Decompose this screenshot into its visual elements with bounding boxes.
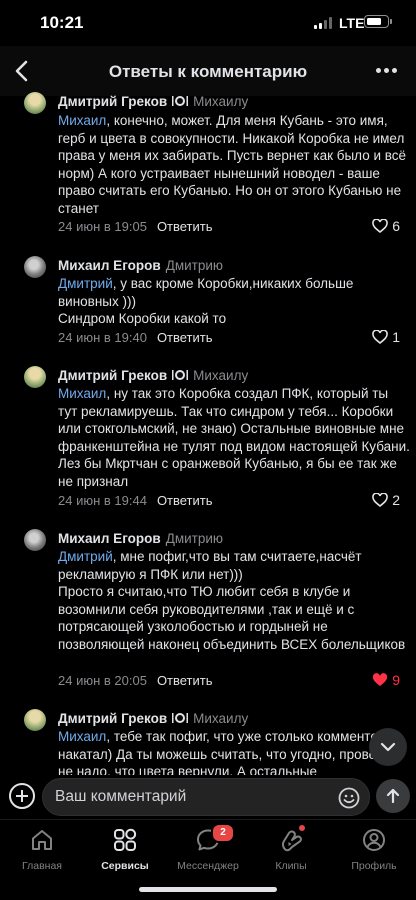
comment-text: Дмитрий, у вас кроме Коробки,никаких бол… — [58, 275, 410, 328]
profile-icon — [360, 826, 388, 854]
clips-dot — [299, 825, 305, 831]
heart-icon — [373, 673, 388, 686]
comment-text: Михаил, тебе так пофиг, что уже столько … — [58, 728, 410, 778]
tab-messenger[interactable]: 2 Мессенджер — [166, 823, 250, 872]
comment-time: 24 июн в 19:05 — [58, 219, 147, 234]
author-name[interactable]: Дмитрий Греков — [58, 368, 167, 383]
comment-input[interactable] — [55, 788, 335, 806]
mention-link[interactable]: Дмитрий — [58, 276, 113, 291]
author-name[interactable]: Михаил Егоров — [58, 258, 161, 273]
comment-author[interactable]: Михаил Егоров Дмитрию — [58, 258, 223, 273]
tab-label: Сервисы — [101, 860, 149, 872]
like-button[interactable]: 2 — [372, 492, 400, 508]
tab-home[interactable]: Главная — [0, 826, 84, 872]
tab-profile[interactable]: Профиль — [332, 826, 416, 872]
like-count: 2 — [392, 492, 400, 508]
comment-composer — [0, 775, 416, 819]
emoji-icon[interactable] — [337, 786, 361, 810]
reply-to[interactable]: Дмитрию — [166, 531, 223, 546]
mention-link[interactable]: Михаил — [58, 113, 106, 128]
comment-text: Дмитрий, мне пофиг,что вы там считаете,н… — [58, 548, 410, 654]
bottom-tab-bar: Главная Сервисы 2 Мессенджер Клипы Профи… — [0, 819, 416, 900]
plate-icon — [172, 713, 189, 723]
like-button[interactable]: 6 — [372, 218, 400, 234]
tab-services[interactable]: Сервисы — [83, 826, 167, 872]
more-button[interactable] — [376, 68, 398, 74]
like-count: 6 — [392, 218, 400, 234]
reply-to[interactable]: Михаилу — [193, 94, 248, 109]
services-icon — [111, 826, 139, 854]
reply-button[interactable]: Ответить — [157, 330, 213, 345]
comment-author[interactable]: Дмитрий Греков Михаилу — [58, 94, 248, 109]
scroll-down-button[interactable] — [369, 728, 407, 766]
tab-label: Мессенджер — [177, 860, 239, 872]
author-name[interactable]: Михаил Егоров — [58, 531, 161, 546]
like-count: 1 — [392, 329, 400, 345]
tab-label: Профиль — [351, 860, 397, 872]
comment-input-wrapper[interactable] — [42, 778, 370, 816]
comments-feed[interactable]: Дмитрий Греков Михаилу Михаил, конечно, м… — [0, 88, 416, 778]
plate-icon — [172, 96, 189, 106]
battery-icon — [364, 15, 392, 28]
comment-body: , ну так это Коробка создал ПФК, который… — [58, 386, 410, 489]
comment-meta: 24 июн в 19:40 Ответить — [58, 330, 213, 345]
tab-label: Клипы — [275, 860, 307, 872]
reply-to[interactable]: Михаилу — [193, 711, 248, 726]
reply-to[interactable]: Михаилу — [193, 368, 248, 383]
comment-body: , конечно, может. Для меня Кубань - это … — [58, 113, 407, 216]
like-count: 9 — [392, 672, 400, 688]
attach-button[interactable] — [9, 783, 35, 809]
author-name[interactable]: Дмитрий Греков — [58, 94, 167, 109]
heart-icon — [372, 330, 389, 344]
comment-body: , тебе так пофиг, что уже столько коммен… — [58, 729, 404, 778]
avatar[interactable] — [24, 92, 46, 114]
mention-link[interactable]: Михаил — [58, 386, 106, 401]
messenger-icon: 2 — [194, 823, 235, 854]
comment-meta: 24 июн в 19:44 Ответить — [58, 493, 213, 508]
mention-link[interactable]: Дмитрий — [58, 549, 113, 564]
home-indicator — [139, 887, 277, 892]
reply-button[interactable]: Ответить — [157, 673, 213, 688]
reply-to[interactable]: Дмитрию — [166, 258, 223, 273]
avatar[interactable] — [24, 529, 46, 551]
status-bar: 10:21 LTE — [0, 0, 416, 46]
tab-label: Главная — [22, 860, 62, 872]
status-time: 10:21 — [40, 13, 84, 32]
comment-meta: 24 июн в 19:05 Ответить — [58, 219, 213, 234]
avatar[interactable] — [24, 366, 46, 388]
comment-time: 24 июн в 19:40 — [58, 330, 147, 345]
comment-author[interactable]: Михаил Егоров Дмитрию — [58, 531, 223, 546]
home-icon — [28, 826, 56, 854]
comment-time: 24 июн в 20:05 — [58, 673, 147, 688]
tab-clips[interactable]: Клипы — [249, 825, 333, 872]
comment-author[interactable]: Дмитрий Греков Михаилу — [58, 711, 248, 726]
network-label: LTE — [339, 15, 365, 31]
comment-meta: 24 июн в 20:05 Ответить — [58, 673, 213, 688]
author-name[interactable]: Дмитрий Греков — [58, 711, 167, 726]
arrow-up-icon — [386, 788, 400, 804]
comment-text: Михаил, конечно, может. Для меня Кубань … — [58, 112, 410, 218]
signal-icon — [314, 17, 332, 29]
chevron-down-icon — [380, 742, 396, 752]
heart-icon — [372, 219, 389, 233]
avatar[interactable] — [24, 256, 46, 278]
messenger-badge: 2 — [211, 823, 235, 843]
heart-icon — [372, 493, 389, 507]
reply-button[interactable]: Ответить — [157, 219, 213, 234]
comment-author[interactable]: Дмитрий Греков Михаилу — [58, 368, 248, 383]
send-button[interactable] — [376, 779, 410, 813]
like-button[interactable]: 1 — [372, 329, 400, 345]
plate-icon — [172, 370, 189, 380]
like-button[interactable]: 9 — [372, 672, 400, 688]
reply-button[interactable]: Ответить — [157, 493, 213, 508]
clips-icon — [277, 825, 305, 854]
mention-link[interactable]: Михаил — [58, 729, 106, 744]
page-title: Ответы к комментарию — [108, 62, 308, 81]
comment-text: Михаил, ну так это Коробка создал ПФК, к… — [58, 385, 410, 491]
comment-body: , мне пофиг,что вы там считаете,насчёт р… — [58, 549, 406, 652]
comment-time: 24 июн в 19:44 — [58, 493, 147, 508]
avatar[interactable] — [24, 709, 46, 731]
